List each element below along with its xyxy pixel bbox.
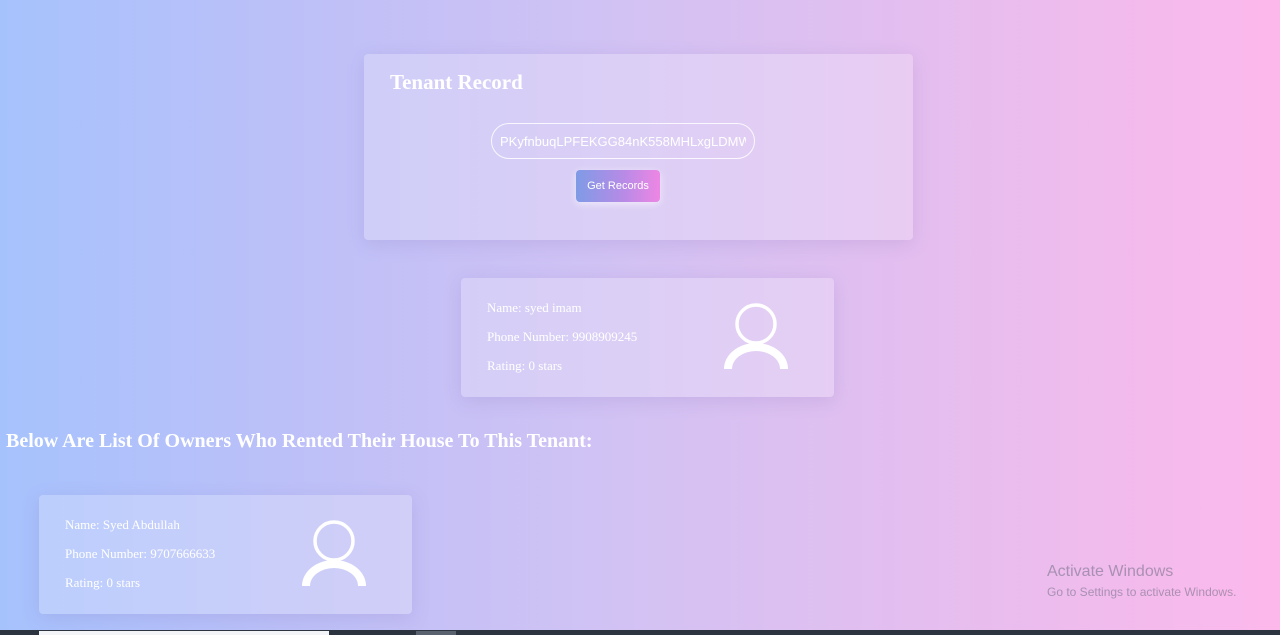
taskbar (0, 630, 1280, 635)
owners-list-heading: Below Are List Of Owners Who Rented Thei… (6, 430, 593, 452)
tenant-profile-card: Name: syed imam Phone Number: 9908909245… (461, 278, 834, 397)
tenant-id-input[interactable] (491, 123, 755, 159)
tenant-name: Name: syed imam (487, 300, 582, 315)
owner-rating: Rating: 0 stars (65, 575, 141, 590)
tenant-record-title: Tenant Record (390, 70, 523, 94)
user-avatar-icon (302, 520, 366, 586)
taskbar-active-window[interactable] (39, 631, 329, 635)
tenant-rating: Rating: 0 stars (487, 358, 563, 373)
taskbar-item[interactable] (416, 631, 456, 635)
tenant-record-card: Tenant Record Get Records (364, 54, 913, 240)
watermark-subtitle: Go to Settings to activate Windows. (1047, 585, 1237, 599)
activate-windows-watermark: Activate Windows Go to Settings to activ… (1047, 562, 1236, 601)
tenant-phone: Phone Number: 9908909245 (487, 329, 638, 344)
owner-profile-card: Name: Syed Abdullah Phone Number: 970766… (39, 495, 412, 614)
owner-name: Name: Syed Abdullah (65, 517, 180, 532)
owner-phone: Phone Number: 9707666633 (65, 546, 216, 561)
watermark-title: Activate Windows (1047, 563, 1174, 580)
get-records-button[interactable]: Get Records (576, 170, 660, 202)
user-avatar-icon (724, 303, 788, 369)
